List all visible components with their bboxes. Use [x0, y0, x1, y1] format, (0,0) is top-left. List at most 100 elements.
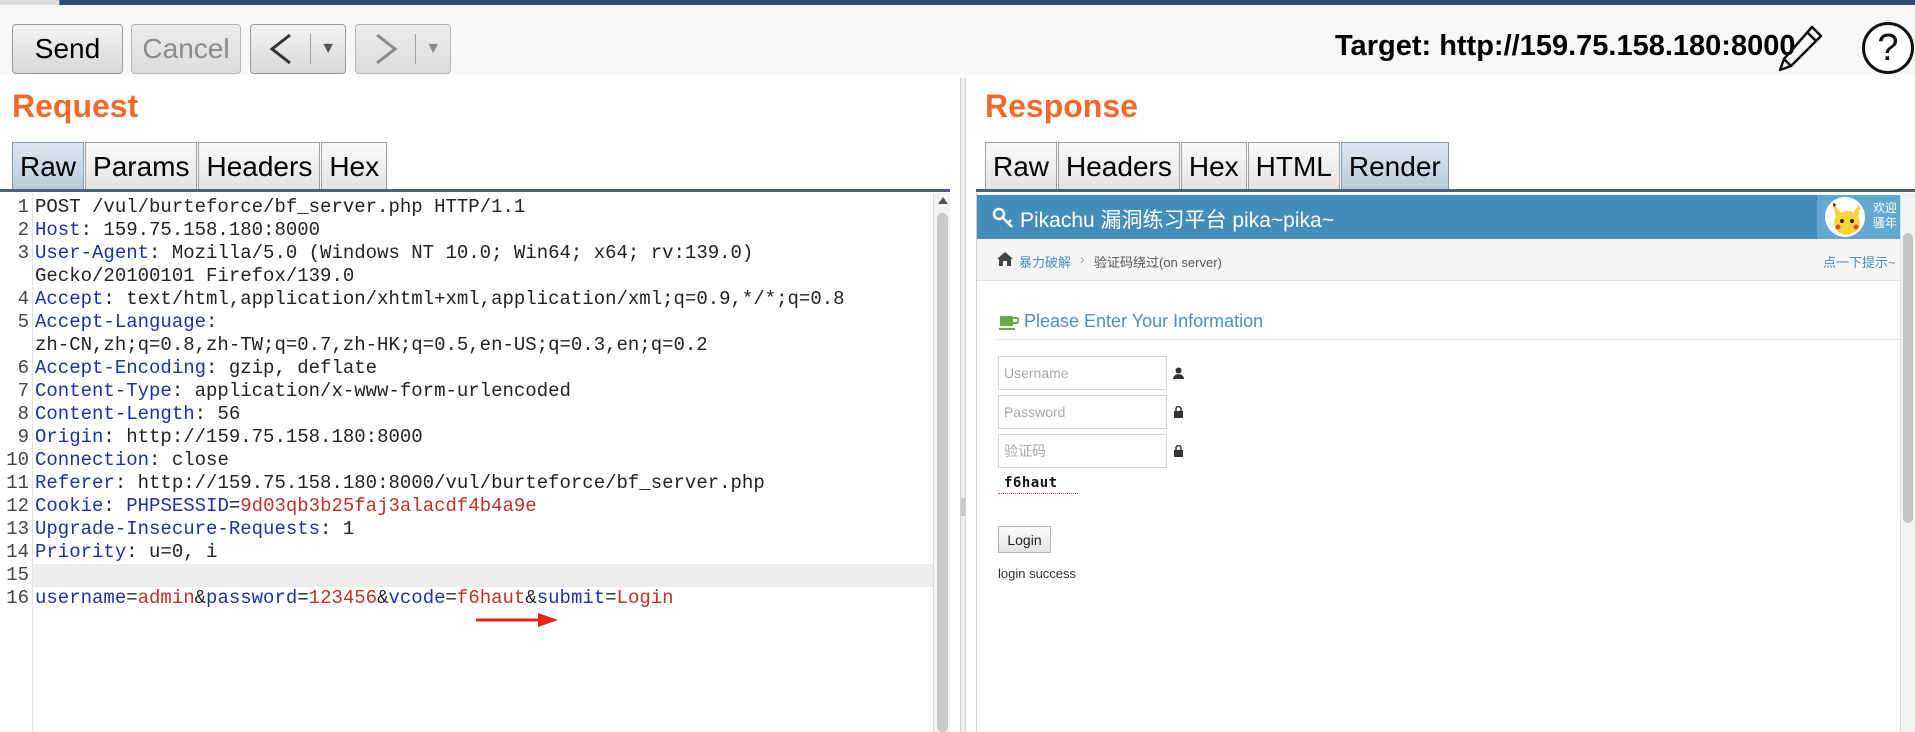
scroll-up-arrow-icon[interactable] [938, 197, 948, 204]
token-key: Accept [35, 288, 104, 310]
token-text: : u=0, i [126, 541, 218, 563]
line-number: 10 [6, 449, 29, 471]
token-text: : gzip, deflate [206, 357, 378, 379]
token-key: Upgrade-Insecure-Requests [35, 518, 321, 540]
site-title: Pikachu 漏洞练习平台 pika~pika~ [1020, 209, 1334, 232]
token-text: : application/x-www-form-urlencoded [171, 380, 571, 402]
scrollbar-thumb[interactable] [1903, 233, 1913, 523]
tab-hex[interactable]: Hex [321, 142, 388, 190]
divider-grip[interactable] [961, 498, 965, 516]
line-content: username=admin&password=123456&vcode=f6h… [35, 587, 674, 610]
line-number: 13 [6, 518, 29, 540]
token-key: submit [536, 587, 606, 609]
welcome-line-1: 欢迎 [1873, 201, 1898, 215]
response-scrollbar[interactable] [1900, 193, 1915, 732]
site-header: Pikachu 漏洞练习平台 pika~pika~ 欢迎 骚年 [977, 195, 1915, 239]
token-text: : Mozilla/5.0 (Windows NT 10.0; Win64; x… [149, 242, 754, 264]
token-text: : http://159.75.158.180:8000 [103, 426, 423, 448]
line-number: 1 [17, 196, 29, 218]
line-content: Content-Length: 56 [35, 403, 240, 426]
pane-divider[interactable] [960, 78, 966, 732]
token-text: Gecko/20100101 Firefox/139.0 [35, 265, 355, 287]
response-tabs: Raw Headers Hex HTML Render [985, 142, 1450, 190]
request-scrollbar[interactable] [933, 193, 950, 732]
request-tabs: Raw Params Headers Hex [12, 142, 388, 190]
tab-hex[interactable]: Hex [1180, 142, 1247, 190]
send-button[interactable]: Send [12, 24, 123, 74]
login-result-message: login success [998, 566, 1077, 581]
back-arrow-icon[interactable] [251, 25, 310, 73]
token-text: : text/html,application/xhtml+xml,applic… [103, 288, 845, 310]
token-value: Login [616, 587, 674, 609]
token-value: 9d03qb3b25faj3alacdf4b4a9e [240, 495, 537, 517]
token-text: = [126, 587, 138, 609]
line-number: 9 [17, 426, 29, 448]
help-icon[interactable]: ? [1862, 22, 1914, 74]
response-title: Response [985, 88, 1138, 124]
line-content: Host: 159.75.158.180:8000 [35, 219, 320, 242]
tab-params[interactable]: Params [85, 142, 198, 190]
token-key: vcode [388, 587, 446, 609]
line-number: 6 [17, 357, 29, 379]
token-key: Connection [35, 449, 150, 471]
forward-dropdown-icon[interactable]: ▼ [416, 25, 450, 73]
tab-headers[interactable]: Headers [1058, 142, 1180, 190]
line-content: Referer: http://159.75.158.180:8000/vul/… [35, 472, 765, 495]
tab-render[interactable]: Render [1340, 142, 1449, 190]
tab-raw[interactable]: Raw [985, 142, 1058, 190]
line-number: 14 [6, 541, 29, 563]
pencil-icon[interactable] [1776, 22, 1826, 74]
line-content: Content-Type: application/x-www-form-url… [35, 380, 571, 403]
tab-html[interactable]: HTML [1247, 142, 1340, 190]
username-input[interactable] [998, 356, 1167, 390]
line-content: Priority: u=0, i [35, 541, 217, 564]
breadcrumb: 暴力破解 › 验证码绕过(on server) 点一下提示~ [977, 239, 1915, 281]
back-dropdown-icon[interactable]: ▼ [311, 25, 345, 73]
token-text: zh-CN,zh;q=0.8,zh-TW;q=0.7,zh-HK;q=0.5,e… [35, 334, 708, 356]
cancel-button[interactable]: Cancel [131, 24, 241, 74]
line-number: 12 [6, 495, 29, 517]
welcome-text: 欢迎 骚年 [1873, 201, 1897, 231]
back-button[interactable]: ▼ [250, 24, 346, 74]
token-text: & [377, 587, 389, 609]
vcode-input[interactable] [998, 434, 1167, 468]
forward-arrow-icon[interactable] [356, 25, 415, 73]
response-tab-underline [976, 189, 1915, 192]
home-icon[interactable] [996, 251, 1014, 267]
token-text: POST /vul/burteforce/bf_server.php HTTP/… [35, 196, 526, 218]
lock-icon [1174, 406, 1183, 418]
token-text: : 159.75.158.180:8000 [80, 219, 321, 241]
forward-button[interactable]: ▼ [355, 24, 451, 74]
line-number: 5 [17, 311, 29, 333]
line-number: 11 [6, 472, 29, 494]
request-tab-underline [0, 189, 950, 192]
token-key: password [206, 587, 298, 609]
target-label: Target: http://159.75.158.180:8000 [1335, 30, 1796, 62]
tab-raw[interactable]: Raw [12, 142, 85, 190]
token-key: Accept-Language [35, 311, 207, 333]
key-icon [992, 207, 1013, 228]
scrollbar-thumb[interactable] [937, 213, 948, 732]
breadcrumb-link-bruteforce[interactable]: 暴力破解 [1019, 252, 1071, 271]
hint-link[interactable]: 点一下提示~ [1823, 252, 1896, 271]
line-content: Accept: text/html,application/xhtml+xml,… [35, 288, 845, 311]
section-divider [997, 339, 1905, 340]
line-number: 15 [6, 564, 29, 586]
token-key: User-Agent [35, 242, 150, 264]
breadcrumb-current: 验证码绕过(on server) [1094, 255, 1222, 270]
captcha-noise [998, 493, 1078, 495]
avatar [1825, 197, 1865, 237]
token-text: = [605, 587, 617, 609]
tab-headers[interactable]: Headers [198, 142, 321, 190]
request-title: Request [12, 88, 139, 124]
coffee-cup-icon [999, 316, 1019, 330]
password-input[interactable] [998, 395, 1167, 429]
token-text: : [103, 495, 127, 517]
token-value: 123456 [308, 587, 378, 609]
token-key: Origin [35, 426, 104, 448]
request-editor[interactable]: 1 POST /vul/burteforce/bf_server.php HTTP… [0, 193, 950, 732]
token-text: = [228, 495, 241, 517]
login-button[interactable]: Login [998, 526, 1051, 553]
token-text: : 56 [194, 403, 241, 425]
current-line-highlight [33, 564, 933, 587]
